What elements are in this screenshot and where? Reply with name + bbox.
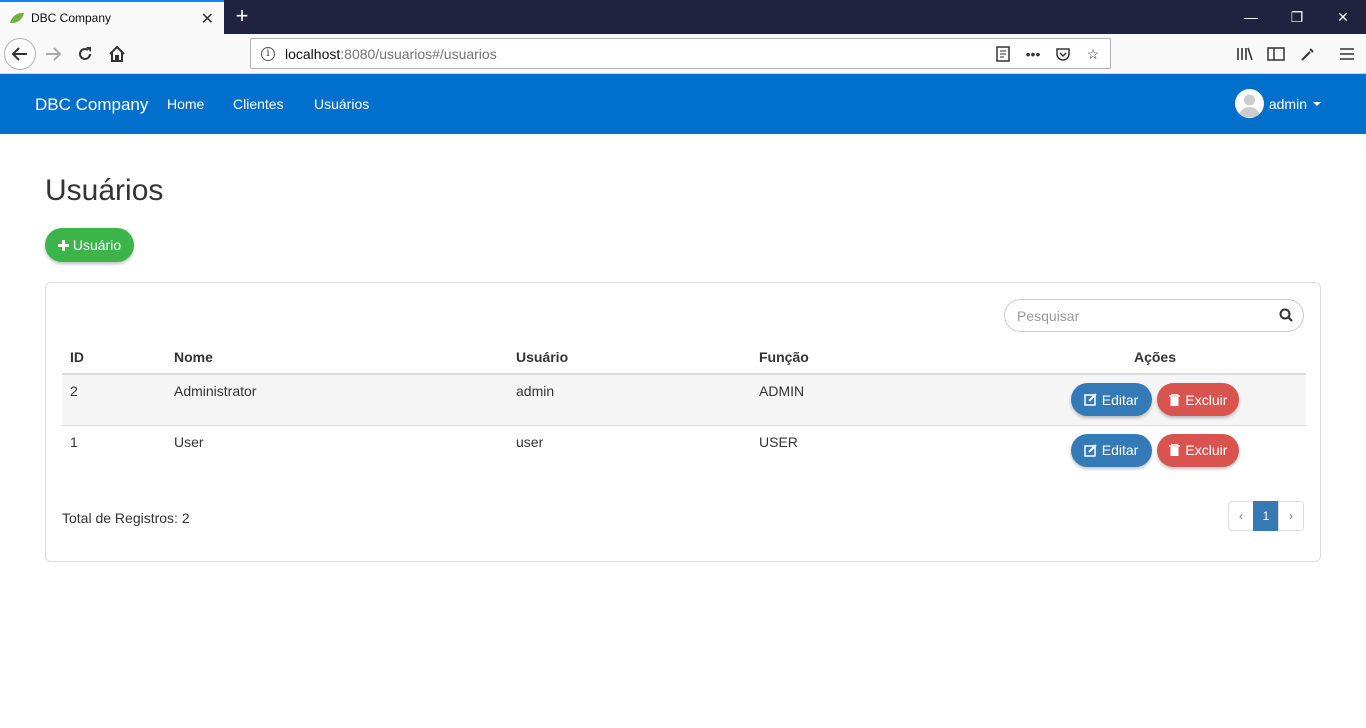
library-icon[interactable] xyxy=(1230,39,1260,69)
new-tab-icon[interactable]: + xyxy=(231,3,253,29)
url-bar[interactable]: i localhost:8080/usuarios#/usuarios ••• … xyxy=(250,38,1111,69)
eyedropper-icon[interactable] xyxy=(1293,39,1323,69)
cell-actions: Editar Excluir xyxy=(1004,424,1306,476)
cell-usuario: admin xyxy=(508,374,751,425)
restore-icon[interactable]: ❐ xyxy=(1274,0,1320,34)
edit-label: Editar xyxy=(1101,391,1139,408)
pagination: ‹ 1 › xyxy=(1228,501,1304,531)
add-user-button[interactable]: Usuário xyxy=(45,228,134,262)
table-row: 1 User user USER Editar Excluir xyxy=(62,424,1306,476)
nav-link-usuarios[interactable]: Usuários xyxy=(314,96,369,112)
url-text[interactable]: localhost:8080/usuarios#/usuarios xyxy=(285,46,497,62)
edit-icon xyxy=(1084,443,1097,457)
total-records: Total de Registros: 2 xyxy=(62,510,190,526)
header-usuario[interactable]: Usuário xyxy=(508,341,751,375)
users-table: ID Nome Usuário Função Ações 2 Administr… xyxy=(62,341,1306,476)
users-panel: Pesquisar ID Nome Usuário Função Ações 2… xyxy=(45,282,1321,562)
close-window-icon[interactable]: ✕ xyxy=(1320,0,1366,34)
edit-icon xyxy=(1084,393,1097,406)
user-name: admin xyxy=(1268,95,1307,112)
edit-button[interactable]: Editar xyxy=(1070,433,1152,467)
user-menu[interactable]: admin xyxy=(1234,89,1321,118)
delete-button[interactable]: Excluir xyxy=(1157,383,1240,416)
trash-icon xyxy=(1169,393,1181,406)
trash-icon xyxy=(1169,444,1181,456)
tab-close-icon[interactable]: ✕ xyxy=(201,9,214,29)
bookmark-star-icon[interactable]: ☆ xyxy=(1082,43,1104,65)
reload-icon[interactable] xyxy=(70,39,100,69)
caret-down-icon xyxy=(1313,101,1321,106)
pagination-page-1[interactable]: 1 xyxy=(1253,501,1279,531)
page-title: Usuários xyxy=(45,174,164,207)
menu-icon[interactable] xyxy=(1332,39,1362,69)
table-header-row: ID Nome Usuário Função Ações xyxy=(62,341,1306,375)
spring-leaf-icon xyxy=(10,12,24,24)
pagination-prev[interactable]: ‹ xyxy=(1228,501,1254,531)
forward-icon[interactable] xyxy=(38,39,68,69)
cell-nome: User xyxy=(166,424,508,476)
pocket-icon[interactable] xyxy=(1052,43,1074,65)
tab-title: DBC Company xyxy=(31,11,112,25)
search-input[interactable]: Pesquisar xyxy=(1004,299,1304,332)
cell-usuario: user xyxy=(508,424,751,476)
cell-funcao: USER xyxy=(751,424,1004,476)
cell-id: 2 xyxy=(62,374,166,425)
user-avatar-icon xyxy=(1238,94,1260,117)
cell-nome: Administrator xyxy=(166,374,508,425)
browser-toolbar: i localhost:8080/usuarios#/usuarios ••• … xyxy=(0,34,1366,74)
avatar xyxy=(1234,89,1264,118)
cell-id: 1 xyxy=(62,424,166,476)
page-actions-icon[interactable]: ••• xyxy=(1022,43,1044,65)
nav-link-home[interactable]: Home xyxy=(167,96,204,112)
plus-icon xyxy=(57,239,69,251)
browser-tab[interactable]: DBC Company ✕ xyxy=(0,0,224,34)
edit-label: Editar xyxy=(1101,442,1139,458)
browser-tab-bar: DBC Company ✕ + — ❐ ✕ xyxy=(0,0,1366,34)
delete-label: Excluir xyxy=(1185,391,1228,408)
table-row: 2 Administrator admin ADMIN Editar Exclu… xyxy=(62,374,1306,425)
search-icon[interactable] xyxy=(1279,308,1293,322)
reader-view-icon[interactable] xyxy=(992,43,1014,65)
back-icon[interactable] xyxy=(4,38,36,70)
home-icon[interactable] xyxy=(102,39,132,69)
search-placeholder: Pesquisar xyxy=(1017,307,1080,324)
delete-button[interactable]: Excluir xyxy=(1157,433,1240,467)
app-navbar: DBC Company Home Clientes Usuários admin xyxy=(0,74,1366,134)
cell-actions: Editar Excluir xyxy=(1004,374,1306,425)
brand-link[interactable]: DBC Company xyxy=(35,95,148,115)
edit-button[interactable]: Editar xyxy=(1070,383,1152,416)
cell-funcao: ADMIN xyxy=(751,374,1004,425)
delete-label: Excluir xyxy=(1185,442,1228,458)
sidebar-icon[interactable] xyxy=(1261,39,1291,69)
nav-link-clientes[interactable]: Clientes xyxy=(233,96,284,112)
header-funcao[interactable]: Função xyxy=(751,341,1004,375)
header-nome[interactable]: Nome xyxy=(166,341,508,375)
header-acoes: Ações xyxy=(1004,341,1306,375)
site-info-icon[interactable]: i xyxy=(261,46,275,61)
pagination-next[interactable]: › xyxy=(1278,501,1304,531)
minimize-icon[interactable]: — xyxy=(1228,0,1274,34)
header-id[interactable]: ID xyxy=(62,341,166,375)
add-user-label: Usuário xyxy=(72,237,122,253)
